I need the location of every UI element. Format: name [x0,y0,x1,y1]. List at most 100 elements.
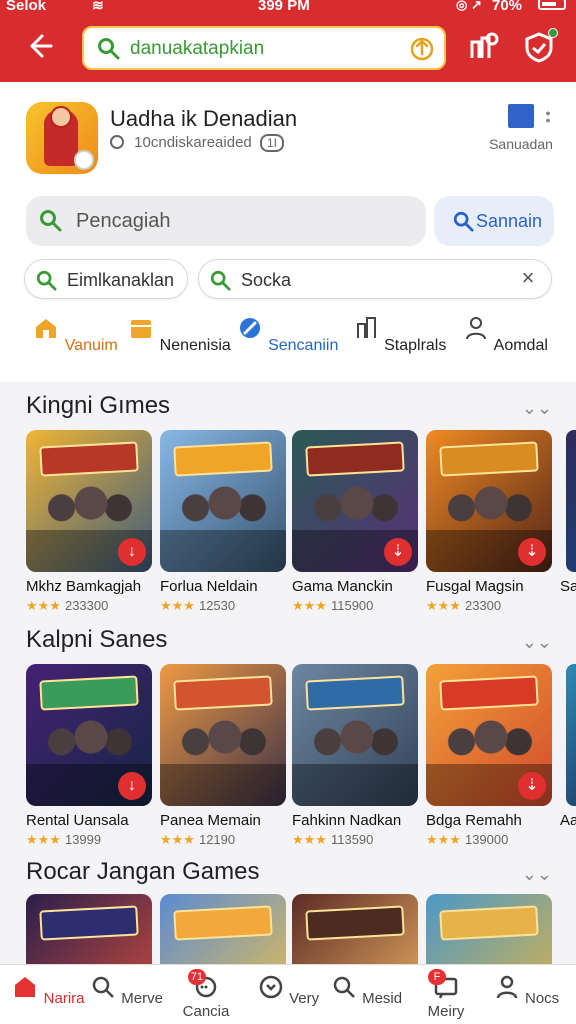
back-arrow-icon [30,34,53,58]
nav-merve[interactable]: Merve [86,973,166,1007]
rating-stars-icon: ★★★ [160,832,195,847]
nav-very[interactable]: Very [248,973,328,1007]
nav-label: Cancia [182,1003,230,1020]
partial-game-thumbnail[interactable] [566,664,576,806]
chip-2-label: Socka [241,270,292,290]
game-thumbnail[interactable] [160,664,286,806]
tab-label: Nenenisia [159,337,231,354]
download-icon[interactable]: ⇣ [518,772,546,800]
side-action-label: Sanuadan [489,136,553,152]
close-icon[interactable]: × [517,267,539,290]
carrier-text: Selok [6,0,47,14]
download-icon[interactable]: ↓ [118,538,146,566]
rating-stars-icon: ★★★ [160,598,195,613]
game-thumbnail[interactable] [292,664,418,806]
search-icon [333,976,355,998]
rating-value: 113590 [330,832,374,847]
section-more-button[interactable]: ⌄⌄ [522,632,552,653]
tab-staplrals[interactable]: Staplrals [346,314,452,355]
tab-aomdal[interactable]: Aomdal [452,314,558,355]
filter-chip-2[interactable]: Socka × [198,259,552,299]
game-row: ↓ Rental Uansala ★★★ 13999 Panea Memain ★… [0,664,576,854]
section-title: Kingni Gımes [26,392,171,419]
top-search-text: danuakatapkian [130,38,265,59]
nav-meiry[interactable]: F Meiry [406,969,486,1020]
main-search-text: Pencagiah [76,210,171,232]
shield-button[interactable] [522,28,558,64]
download-icon[interactable]: ⇣ [384,538,412,566]
rating-stars-icon: ★★★ [26,598,61,613]
top-search-box[interactable]: danuakatapkian [82,26,446,70]
nav-label: Narira [43,990,85,1007]
game-row: ↓ Mkhz Bamkagjah ★★★ 233300 Forlua Neldai… [0,430,576,620]
rating-stars-icon: ★★★ [292,598,327,613]
game-name: Forlua Neldain [160,578,258,595]
search-icon [40,210,62,232]
nav-label: Very [289,990,320,1007]
verified-icon [74,150,94,170]
game-thumbnail[interactable] [160,894,286,964]
partial-game-name: Aa [560,812,576,829]
download-icon[interactable]: ↓ [118,772,146,800]
rating-value: 13999 [64,832,102,847]
game-rating: ★★★ 12530 [160,598,300,614]
game-name: Rental Uansala [26,812,129,829]
main-search-input[interactable]: Pencagiah [26,196,426,246]
back-button[interactable] [22,30,54,62]
game-thumbnail[interactable] [292,894,418,964]
game-rating: ★★★ 23300 [426,598,566,614]
upload-icon[interactable] [408,34,436,62]
game-name: Gama Manckin [292,578,393,595]
rating-stars-icon: ★★★ [292,832,327,847]
app-root: Selok ≋ 399 PM ◎ ↗ 70% danuakatapkian Ua… [0,0,576,1024]
rating-value: 12530 [198,598,236,613]
game-thumbnail[interactable] [26,894,152,964]
game-thumbnail[interactable]: ⇣ [426,430,552,572]
section-title: Kalpni Sanes [26,626,168,653]
search-icon [92,976,114,998]
nav-narira[interactable]: Narira [8,973,88,1007]
nav-cancia[interactable]: 71 Cancia [166,969,246,1020]
download-icon[interactable]: ⇣ [518,538,546,566]
game-thumbnail[interactable]: ⇣ [292,430,418,572]
filter-chip-1[interactable]: Eimlkanaklan [24,259,188,299]
battery-icon [538,0,566,10]
tab-label: Staplrals [384,337,447,354]
tab-label: Aomdal [493,337,548,354]
notification-badge: 71 [187,969,206,985]
nav-nocs[interactable]: Nocs [486,973,566,1007]
tab-nenenisia[interactable]: Nenenisia [126,314,232,355]
section-more-button[interactable]: ⌄⌄ [522,398,552,419]
nav-label: Mesid [362,990,403,1007]
nav-label: Nocs [524,990,560,1007]
search-button[interactable]: Sannain [434,196,554,246]
status-bar: Selok ≋ 399 PM ◎ ↗ 70% [0,0,576,16]
game-name: Fahkinn Nadkan [292,812,402,829]
app-meta: 10cndiskareaided 1I [110,134,284,152]
game-thumbnail[interactable] [160,430,286,572]
home-icon [36,319,57,338]
app-logo-head [50,106,72,128]
wifi-icon: ≋ [92,0,104,13]
user-settings-button[interactable] [466,30,500,64]
tab-vanuim[interactable]: Vanuim [22,314,128,355]
game-name: Panea Memain [160,812,261,829]
app-logo[interactable] [26,102,98,174]
game-thumbnail[interactable]: ↓ [26,430,152,572]
search-icon [453,211,474,232]
rating-value: 233300 [64,598,109,613]
section-more-button[interactable]: ⌄⌄ [522,864,552,885]
game-rating: ★★★ 113590 [292,832,432,848]
tab-sencaniin[interactable]: Sencaniin [234,314,340,355]
game-thumbnail[interactable] [426,894,552,964]
partial-game-thumbnail[interactable] [566,430,576,572]
nav-mesid[interactable]: Mesid [326,973,406,1007]
home-icon [15,977,36,997]
rating-stars-icon: ★★★ [426,598,461,613]
game-thumbnail[interactable]: ⇣ [426,664,552,806]
game-thumbnail[interactable]: ↓ [26,664,152,806]
chat-icon: 71 [187,969,220,1001]
game-rating: ★★★ 233300 [26,598,166,614]
building-icon [356,317,376,338]
side-action-button[interactable]: Sanuadan [486,104,556,152]
